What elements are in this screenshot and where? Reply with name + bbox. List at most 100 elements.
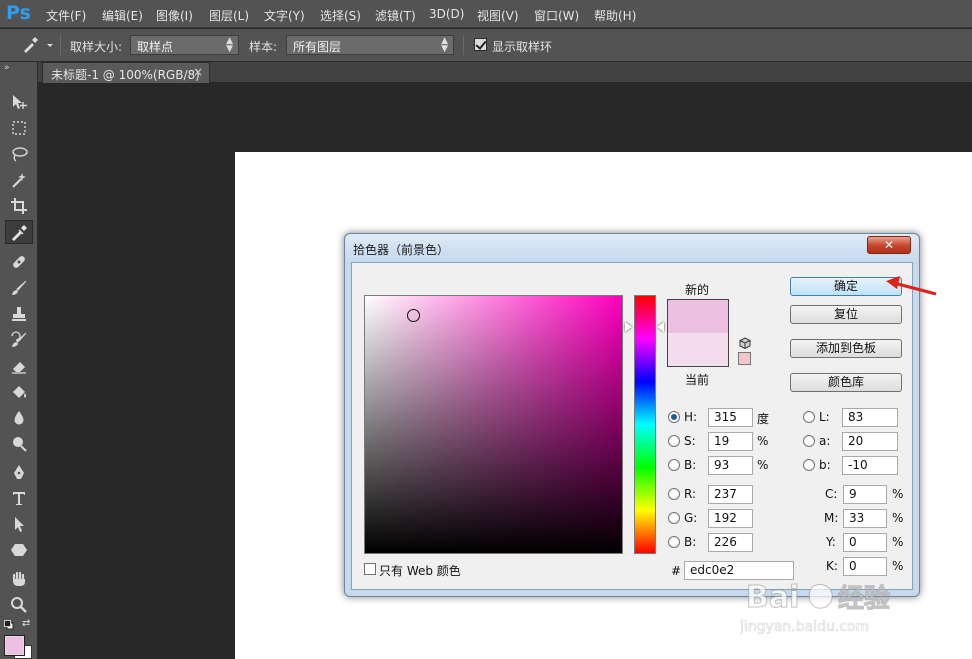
stamp-tool[interactable] bbox=[5, 302, 33, 326]
hue-slider-right-marker-icon[interactable] bbox=[657, 322, 664, 332]
pen-tool[interactable] bbox=[5, 460, 33, 484]
magic-wand-icon bbox=[12, 173, 26, 188]
dialog-titlebar[interactable]: 拾色器（前景色） ✕ bbox=[345, 234, 919, 262]
document-tab[interactable]: 未标题-1 @ 100%(RGB/8) × bbox=[42, 62, 210, 83]
yellow-unit: % bbox=[892, 535, 904, 549]
sample-label: 样本: bbox=[249, 40, 278, 54]
lab-b-radio[interactable] bbox=[803, 459, 815, 471]
red-input[interactable]: 237 bbox=[708, 485, 753, 504]
menu-type[interactable]: 文字(Y) bbox=[264, 7, 305, 24]
bandage-icon bbox=[13, 256, 25, 268]
lab-a-input[interactable]: 20 bbox=[842, 432, 898, 451]
menu-3d[interactable]: 3D(D) bbox=[429, 7, 464, 21]
hexagon-icon bbox=[11, 544, 27, 556]
green-label: G: bbox=[684, 511, 698, 525]
color-libraries-button[interactable]: 颜色库 bbox=[790, 373, 902, 392]
marquee-tool[interactable] bbox=[5, 116, 33, 140]
shape-tool[interactable] bbox=[5, 538, 33, 562]
sample-select[interactable]: 所有图层 ▲ ▼ bbox=[286, 35, 454, 55]
eyedropper-tool[interactable] bbox=[5, 220, 33, 244]
lab-a-radio[interactable] bbox=[803, 435, 815, 447]
saturation-radio[interactable] bbox=[668, 435, 680, 447]
magenta-input[interactable]: 33 bbox=[843, 509, 887, 528]
sample-size-select[interactable]: 取样点 ▲ ▼ bbox=[130, 35, 239, 55]
lab-l-input[interactable]: 83 bbox=[842, 408, 898, 427]
menu-file[interactable]: 文件(F) bbox=[46, 7, 86, 24]
toolbar-collapse-icon[interactable]: » bbox=[4, 63, 10, 73]
dodge-icon bbox=[13, 437, 27, 452]
hex-label: # bbox=[671, 564, 682, 578]
red-radio[interactable] bbox=[668, 488, 680, 500]
reset-button[interactable]: 复位 bbox=[790, 305, 902, 324]
menu-image[interactable]: 图像(I) bbox=[156, 7, 193, 24]
hue-slider-left-marker-icon[interactable] bbox=[625, 322, 632, 332]
hue-slider[interactable] bbox=[634, 295, 656, 554]
hand-tool[interactable] bbox=[5, 567, 33, 591]
hue-input[interactable]: 315 bbox=[708, 408, 753, 427]
options-separator bbox=[60, 35, 61, 55]
lab-l-radio[interactable] bbox=[803, 411, 815, 423]
magic-wand-tool[interactable] bbox=[5, 168, 33, 192]
blur-tool[interactable] bbox=[5, 406, 33, 430]
crop-tool[interactable] bbox=[5, 194, 33, 218]
cyan-label: C: bbox=[825, 487, 838, 501]
close-icon[interactable]: × bbox=[193, 65, 203, 79]
add-to-swatches-button[interactable]: 添加到色板 bbox=[790, 339, 902, 358]
marquee-icon bbox=[12, 121, 26, 135]
history-brush-tool[interactable] bbox=[5, 328, 33, 352]
show-ring-checkbox[interactable] bbox=[474, 38, 487, 51]
brush-tool[interactable] bbox=[5, 276, 33, 300]
menu-filter[interactable]: 滤镜(T) bbox=[375, 7, 416, 24]
swap-colors-icon[interactable]: ⇄ bbox=[22, 618, 30, 629]
svg-text:经验: 经验 bbox=[838, 583, 890, 614]
hue-radio[interactable] bbox=[668, 411, 680, 423]
dialog-close-button[interactable]: ✕ bbox=[867, 236, 911, 254]
menu-layer[interactable]: 图层(L) bbox=[209, 7, 249, 24]
brightness-input[interactable]: 93 bbox=[708, 456, 753, 475]
menubar: Ps 文件(F) 编辑(E) 图像(I) 图层(L) 文字(Y) 选择(S) 滤… bbox=[0, 0, 972, 28]
color-field-picker-circle[interactable] bbox=[407, 309, 420, 322]
baidu-jingyan-watermark-logo: Bai 经验 jingyan.baidu.com bbox=[740, 580, 891, 636]
path-select-tool[interactable] bbox=[5, 512, 33, 536]
foreground-color-swatch[interactable] bbox=[4, 635, 25, 656]
lab-b-input[interactable]: -10 bbox=[842, 456, 898, 475]
healing-brush-tool[interactable] bbox=[5, 250, 33, 274]
gamut-warning-cube-icon[interactable] bbox=[738, 337, 752, 350]
type-tool[interactable] bbox=[5, 486, 33, 510]
eyedropper-preset-icon[interactable] bbox=[20, 35, 54, 55]
blue-input[interactable]: 226 bbox=[708, 533, 753, 552]
path-select-icon bbox=[15, 517, 24, 532]
crop-icon bbox=[11, 198, 27, 214]
menu-help[interactable]: 帮助(H) bbox=[594, 7, 636, 24]
menu-select[interactable]: 选择(S) bbox=[320, 7, 361, 24]
eraser-tool[interactable] bbox=[5, 354, 33, 378]
current-color-swatch[interactable] bbox=[668, 333, 728, 366]
default-colors-icon[interactable] bbox=[4, 619, 14, 630]
saturation-label: S: bbox=[684, 434, 696, 448]
stamp-icon bbox=[12, 307, 26, 321]
color-field[interactable] bbox=[364, 295, 623, 554]
menu-edit[interactable]: 编辑(E) bbox=[102, 7, 143, 24]
paint-bucket-tool[interactable] bbox=[5, 380, 33, 404]
zoom-tool[interactable] bbox=[5, 593, 33, 617]
yellow-input[interactable]: 0 bbox=[843, 533, 887, 552]
black-input[interactable]: 0 bbox=[843, 557, 887, 576]
blue-radio[interactable] bbox=[668, 536, 680, 548]
green-input[interactable]: 192 bbox=[708, 509, 753, 528]
dodge-tool[interactable] bbox=[5, 432, 33, 456]
lab-a-label: a: bbox=[819, 434, 831, 448]
web-colors-only-checkbox[interactable] bbox=[364, 563, 376, 575]
move-tool[interactable] bbox=[5, 90, 33, 114]
menu-window[interactable]: 窗口(W) bbox=[534, 7, 579, 24]
gamut-warning-swatch[interactable] bbox=[738, 352, 751, 365]
green-radio[interactable] bbox=[668, 512, 680, 524]
select-arrows-icon: ▲ ▼ bbox=[441, 36, 448, 54]
dialog-body: 新的 当前 确定 复位 添加到色板 颜色库 H: 315 度 S: 19 % B… bbox=[351, 262, 913, 590]
cyan-input[interactable]: 9 bbox=[843, 485, 887, 504]
saturation-input[interactable]: 19 bbox=[708, 432, 753, 451]
brightness-radio[interactable] bbox=[668, 459, 680, 471]
lasso-tool[interactable] bbox=[5, 142, 33, 166]
magenta-label: M: bbox=[824, 511, 839, 525]
menu-view[interactable]: 视图(V) bbox=[477, 7, 519, 24]
options-separator bbox=[463, 35, 464, 55]
